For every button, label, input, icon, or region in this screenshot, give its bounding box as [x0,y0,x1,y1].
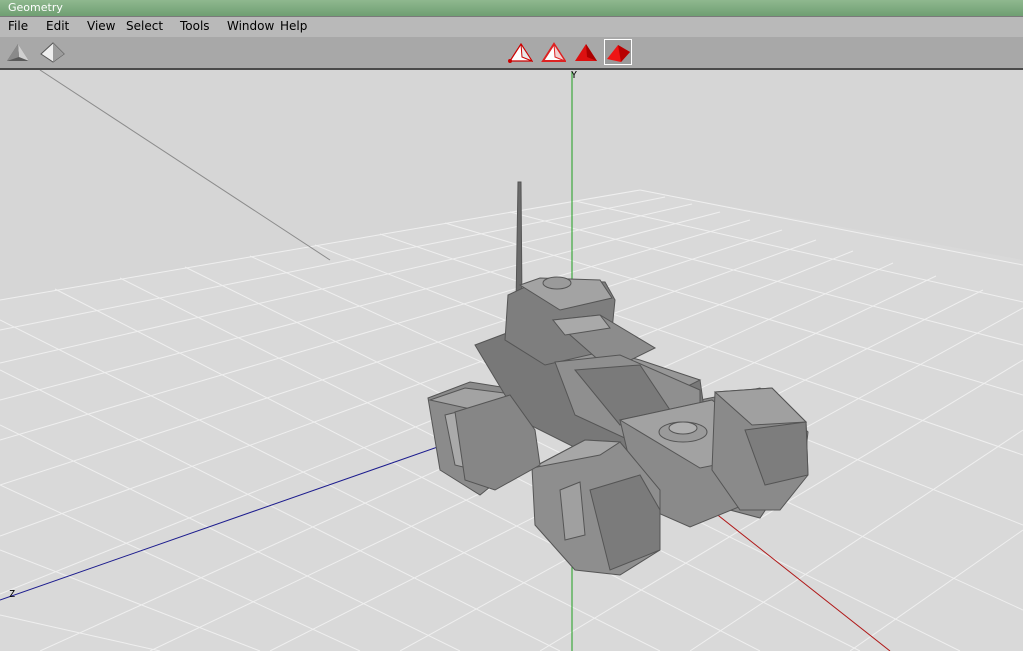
title-bar: Geometry [0,0,1023,16]
menu-view[interactable]: View [87,19,115,33]
menu-window[interactable]: Window [227,19,274,33]
3d-viewport[interactable]: Y Z [0,70,1023,651]
object-select-icon[interactable] [604,39,632,65]
menu-help[interactable]: Help [280,19,307,33]
menu-file[interactable]: File [8,19,28,33]
wireframe-pyramid-icon[interactable] [39,40,65,64]
y-axis-label: Y [571,70,577,81]
menu-select[interactable]: Select [126,19,163,33]
edge-select-icon[interactable] [540,40,567,64]
menu-bar: File Edit View Select Tools Window Help [0,16,1023,38]
face-select-icon[interactable] [572,40,598,64]
far-grid-edge [39,70,331,261]
shaded-pyramid-icon[interactable] [5,40,31,64]
toolbar [0,37,1023,70]
window-title: Geometry [8,1,63,14]
viewport-canvas[interactable]: Y Z [0,70,1023,651]
menu-tools[interactable]: Tools [180,19,210,33]
menu-edit[interactable]: Edit [46,19,69,33]
z-axis-label: Z [9,589,15,600]
vertex-select-icon[interactable] [507,40,534,64]
